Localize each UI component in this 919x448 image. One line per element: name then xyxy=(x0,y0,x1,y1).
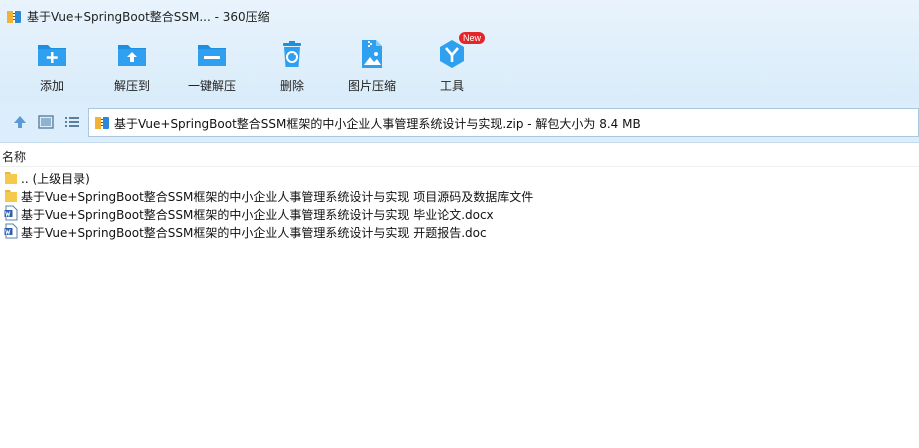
add-button[interactable]: 添加 xyxy=(12,34,92,100)
list-item[interactable]: .. (上级目录) xyxy=(0,168,919,186)
list-item-name: .. (上级目录) xyxy=(21,172,90,186)
image-compress-label: 图片压缩 xyxy=(347,79,396,93)
address-bar[interactable]: 基于Vue+SpringBoot整合SSM框架的中小企业人事管理系统设计与实现.… xyxy=(88,108,919,137)
top-area: 基于Vue+SpringBoot整合SSM... - 360压缩 添加 解压到 … xyxy=(0,0,919,103)
delete-button[interactable]: 删除 xyxy=(252,34,332,100)
one-click-extract-label: 一键解压 xyxy=(187,79,236,93)
window-title: 基于Vue+SpringBoot整合SSM... - 360压缩 xyxy=(27,10,270,24)
extract-to-icon xyxy=(118,45,146,66)
folder-icon xyxy=(5,190,17,202)
extract-to-label: 解压到 xyxy=(113,79,150,93)
thumbnail-view-icon[interactable] xyxy=(37,114,55,130)
app-window: 基于Vue+SpringBoot整合SSM... - 360压缩 添加 解压到 … xyxy=(0,0,919,448)
zip-file-icon xyxy=(95,117,109,129)
up-arrow-icon[interactable] xyxy=(11,114,29,130)
app-zip-icon xyxy=(7,11,21,23)
parent-folder-icon xyxy=(5,172,17,184)
recycle-bin-icon xyxy=(283,41,301,67)
add-folder-icon xyxy=(38,45,66,66)
list-item[interactable]: 基于Vue+SpringBoot整合SSM框架的中小企业人事管理系统设计与实现 … xyxy=(0,186,919,204)
column-header-name[interactable]: 名称 xyxy=(2,148,26,165)
list-item[interactable]: 基于Vue+SpringBoot整合SSM框架的中小企业人事管理系统设计与实现 … xyxy=(0,222,919,240)
toolbar: 添加 解压到 一键解压 删除 图片压缩 New 工具 xyxy=(0,32,919,102)
list-header: 名称 xyxy=(0,144,919,167)
extract-to-button[interactable]: 解压到 xyxy=(92,34,172,100)
add-label: 添加 xyxy=(39,79,64,93)
list-item[interactable]: 基于Vue+SpringBoot整合SSM框架的中小企业人事管理系统设计与实现 … xyxy=(0,204,919,222)
word-doc-icon xyxy=(4,205,18,221)
list-item-name: 基于Vue+SpringBoot整合SSM框架的中小企业人事管理系统设计与实现 … xyxy=(21,208,494,222)
image-compress-button[interactable]: 图片压缩 xyxy=(332,34,412,100)
tools-label: 工具 xyxy=(439,79,464,93)
list-view-icon[interactable] xyxy=(63,114,81,130)
list-item-name: 基于Vue+SpringBoot整合SSM框架的中小企业人事管理系统设计与实现 … xyxy=(21,226,487,240)
one-click-extract-icon xyxy=(198,45,226,66)
file-list: .. (上级目录) 基于Vue+SpringBoot整合SSM框架的中小企业人事… xyxy=(0,168,919,240)
list-item-name: 基于Vue+SpringBoot整合SSM框架的中小企业人事管理系统设计与实现 … xyxy=(21,190,534,204)
title-bar[interactable]: 基于Vue+SpringBoot整合SSM... - 360压缩 xyxy=(0,0,919,32)
tools-button[interactable]: New 工具 xyxy=(412,32,492,100)
new-badge: New xyxy=(459,32,486,44)
address-text: 基于Vue+SpringBoot整合SSM框架的中小企业人事管理系统设计与实现.… xyxy=(114,117,641,131)
word-doc-icon xyxy=(4,223,18,239)
one-click-extract-button[interactable]: 一键解压 xyxy=(172,34,252,100)
delete-label: 删除 xyxy=(279,79,304,93)
address-row: 基于Vue+SpringBoot整合SSM框架的中小企业人事管理系统设计与实现.… xyxy=(0,103,919,143)
image-compress-icon xyxy=(362,40,382,68)
